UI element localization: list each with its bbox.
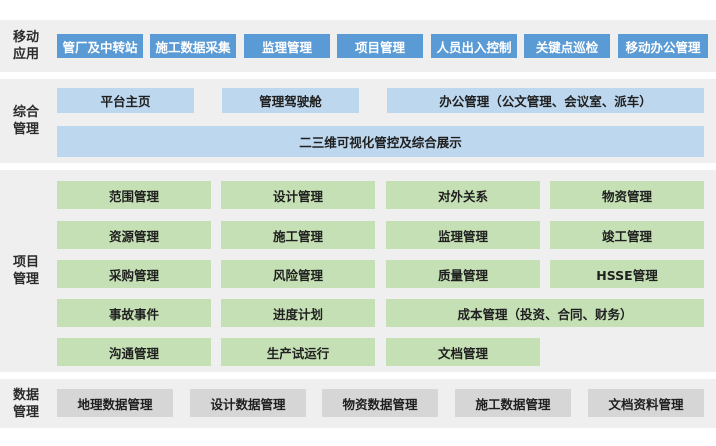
integrated-band: 综合 管理 平台主页 管理驾驶舱 办公管理（公文管理、会议室、派车） 二三维可视… bbox=[0, 79, 716, 163]
mobile-app-band: 移动 应用 管厂及中转站 施工数据采集 监理管理 项目管理 人员出入控制 关键点… bbox=[0, 20, 716, 72]
data-item-documents[interactable]: 文档资料管理 bbox=[588, 389, 704, 417]
project-item-scope[interactable]: 范围管理 bbox=[57, 181, 211, 209]
project-item-trial-operation[interactable]: 生产试运行 bbox=[221, 338, 375, 366]
project-title: 项目 管理 bbox=[12, 255, 39, 287]
data-item-geographic[interactable]: 地理数据管理 bbox=[57, 389, 173, 417]
integrated-title: 综合 管理 bbox=[12, 105, 39, 137]
integrated-item-home[interactable]: 平台主页 bbox=[57, 88, 194, 113]
data-item-construction[interactable]: 施工数据管理 bbox=[455, 389, 571, 417]
project-item-supervision[interactable]: 监理管理 bbox=[386, 221, 540, 249]
project-item-risk[interactable]: 风险管理 bbox=[221, 260, 375, 288]
data-item-design[interactable]: 设计数据管理 bbox=[190, 389, 306, 417]
project-item-materials[interactable]: 物资管理 bbox=[550, 181, 704, 209]
mobile-item-supervision[interactable]: 监理管理 bbox=[244, 34, 330, 58]
project-item-documents[interactable]: 文档管理 bbox=[386, 338, 540, 366]
project-item-quality[interactable]: 质量管理 bbox=[386, 260, 540, 288]
data-title: 数据 管理 bbox=[12, 387, 39, 420]
mobile-item-personnel-access[interactable]: 人员出入控制 bbox=[431, 34, 517, 58]
project-item-incidents[interactable]: 事故事件 bbox=[57, 299, 211, 327]
project-item-design[interactable]: 设计管理 bbox=[221, 181, 375, 209]
project-item-construction[interactable]: 施工管理 bbox=[221, 221, 375, 249]
project-item-external[interactable]: 对外关系 bbox=[386, 181, 540, 209]
project-item-procurement[interactable]: 采购管理 bbox=[57, 260, 211, 288]
project-item-communication[interactable]: 沟通管理 bbox=[57, 338, 211, 366]
project-band: 项目 管理 范围管理 设计管理 对外关系 物资管理 资源管理 施工管理 监理管理… bbox=[0, 170, 716, 372]
mobile-item-mobile-office[interactable]: 移动办公管理 bbox=[618, 34, 708, 58]
mobile-item-construction-data[interactable]: 施工数据采集 bbox=[150, 34, 236, 58]
project-item-cost[interactable]: 成本管理（投资、合同、财务） bbox=[386, 299, 704, 327]
integrated-item-office[interactable]: 办公管理（公文管理、会议室、派车） bbox=[387, 88, 704, 113]
mobile-item-keypoint-patrol[interactable]: 关键点巡检 bbox=[524, 34, 610, 58]
project-item-completion[interactable]: 竣工管理 bbox=[550, 221, 704, 249]
data-item-materials[interactable]: 物资数据管理 bbox=[322, 389, 438, 417]
project-item-resources[interactable]: 资源管理 bbox=[57, 221, 211, 249]
mobile-app-title: 移动 应用 bbox=[12, 30, 39, 62]
integrated-item-cockpit[interactable]: 管理驾驶舱 bbox=[222, 88, 359, 113]
project-item-schedule[interactable]: 进度计划 bbox=[221, 299, 375, 327]
data-band: 数据 管理 地理数据管理 设计数据管理 物资数据管理 施工数据管理 文档资料管理 bbox=[0, 379, 716, 428]
mobile-item-project[interactable]: 项目管理 bbox=[337, 34, 423, 58]
mobile-item-pipe-plant[interactable]: 管厂及中转站 bbox=[57, 34, 143, 58]
project-item-hsse[interactable]: HSSE管理 bbox=[550, 260, 704, 288]
integrated-item-visualization[interactable]: 二三维可视化管控及综合展示 bbox=[57, 126, 704, 157]
